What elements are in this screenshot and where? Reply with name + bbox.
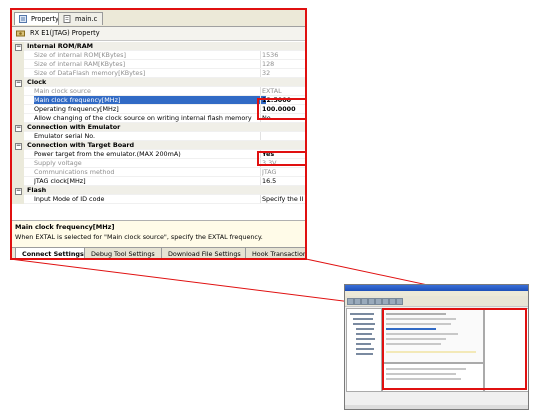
thumbnail-toolbar-icon [396,298,403,305]
row-margin [12,96,24,105]
row-margin [12,195,24,204]
description-title: Main clock frequency[MHz] [15,223,115,231]
property-row[interactable]: JTAG clock[MHz] 16.5 [12,177,305,186]
collapse-icon[interactable]: − [15,80,22,87]
collapse-icon[interactable]: − [15,188,22,195]
property-category-row[interactable]: − Internal ROM/RAM [12,42,305,51]
property-category-row[interactable]: − Clock [12,78,305,87]
property-row[interactable]: Size of internal ROM[KBytes] 1536 [12,51,305,60]
property-title-bar: RX E1(JTAG) Property [12,27,305,41]
row-margin [12,177,24,186]
property-category-row[interactable]: − Connection with Target Board [12,141,305,150]
thumbnail-toolbar-icon [354,298,361,305]
property-panel: Property main.c RX E1(JTAG) Property − In… [10,8,307,260]
row-margin [12,105,24,114]
highlight-power-target-value [257,151,305,166]
row-margin [12,159,24,168]
property-icon [19,15,27,23]
tab-main-c-label: main.c [75,15,98,23]
row-margin [12,87,24,96]
document-tab-bar: Property main.c [12,10,305,27]
property-row[interactable]: Emulator serial No. [12,132,305,141]
tab-property-label: Property [31,15,59,23]
description-area: Main clock frequency[MHz] When EXTAL is … [12,220,305,248]
thumbnail-toolbar-icon [375,298,382,305]
thumbnail-toolbar-icon [389,298,396,305]
tab-connect-settings[interactable]: Connect Settings [15,248,91,258]
thumbnail-toolbar-icon [347,298,354,305]
debugger-icon [16,30,25,37]
tab-download-file-settings[interactable]: Download File Settings [161,248,248,258]
ide-window-thumbnail [344,284,529,410]
property-category-row[interactable]: − Connection with Emulator [12,123,305,132]
property-row[interactable]: Main clock source EXTAL [12,87,305,96]
property-row[interactable]: Size of internal RAM[KBytes] 128 [12,60,305,69]
property-title: RX E1(JTAG) Property [30,29,100,37]
thumbnail-toolbar [345,296,528,307]
thumbnail-toolbar-icon [361,298,368,305]
property-category-row[interactable]: − Flash [12,186,305,195]
c-file-icon [63,15,71,23]
row-margin [12,168,24,177]
tab-hook-transaction-settings[interactable]: Hook Transaction Settings [245,248,305,258]
tab-debug-tool-settings[interactable]: Debug Tool Settings [84,248,162,258]
collapse-icon[interactable]: − [15,125,22,132]
thumbnail-status-bar [345,405,528,409]
row-margin [12,114,24,123]
tab-main-c[interactable]: main.c [58,12,104,25]
settings-tab-bar: Connect Settings Debug Tool Settings Dow… [12,247,305,258]
collapse-icon[interactable]: − [15,143,22,150]
thumbnail-zoom-highlight [382,308,527,390]
row-margin [12,51,24,60]
property-grid: − Internal ROM/RAM Size of internal ROM[KB… [12,41,305,220]
row-margin [12,132,24,141]
row-margin [12,60,24,69]
thumbnail-project-tree [346,308,382,392]
connector-line-left [9,258,384,307]
property-row[interactable]: Communications method JTAG [12,168,305,177]
row-margin [12,69,24,78]
collapse-icon[interactable]: − [15,44,22,51]
property-row[interactable]: Input Mode of ID codeSpecify the ID code… [12,195,305,204]
property-row[interactable]: Size of DataFlash memory[KBytes] 32 [12,69,305,78]
description-text: When EXTAL is selected for "Main clock s… [15,233,263,241]
thumbnail-toolbar-icon [368,298,375,305]
thumbnail-toolbar-icon [382,298,389,305]
highlight-clock-values [257,98,305,120]
row-margin [12,150,24,159]
